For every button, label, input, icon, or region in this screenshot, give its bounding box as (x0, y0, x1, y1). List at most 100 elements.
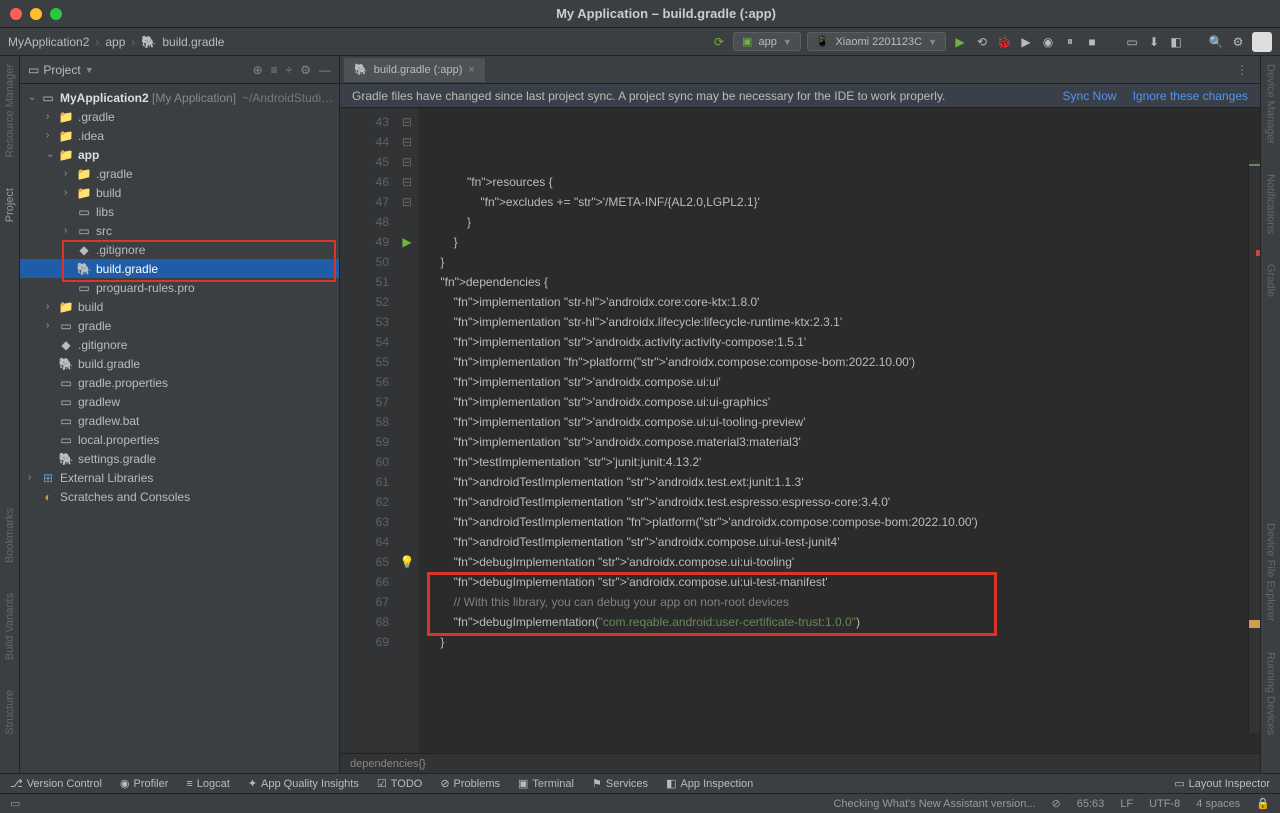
run-icon[interactable]: ▶ (952, 34, 968, 50)
avd-manager-icon[interactable]: ▭ (1124, 34, 1140, 50)
tree-item-src[interactable]: ›▭src (20, 221, 339, 240)
version-control-tool[interactable]: ⎇ Version Control (10, 777, 102, 790)
terminal-tool[interactable]: ▣ Terminal (518, 777, 574, 790)
search-icon[interactable]: 🔍 (1208, 34, 1224, 50)
project-sidebar: ▭ Project ▼ ⊕ ≡ ÷ ⚙ — ⌄▭MyApplication2 [… (20, 56, 340, 773)
tabs-settings-icon[interactable]: ⋮ (1236, 63, 1256, 77)
titlebar: My Application – build.gradle (:app) (0, 0, 1280, 28)
resource-manager-icon[interactable]: ◧ (1168, 34, 1184, 50)
tree-item-settings-gradle[interactable]: 🐘settings.gradle (20, 449, 339, 468)
rail-notifications[interactable]: Notifications (1265, 174, 1277, 234)
chevron-right-icon: › (95, 35, 99, 49)
problems-tool[interactable]: ⊘ Problems (440, 777, 500, 790)
maximize-window-icon[interactable] (50, 8, 62, 20)
layout-inspector-tool[interactable]: ▭ Layout Inspector (1174, 777, 1270, 790)
tree-root[interactable]: ⌄▭MyApplication2 [My Application]~/Andro… (20, 88, 339, 107)
warning-marker-icon[interactable] (1249, 620, 1260, 628)
coverage-icon[interactable]: ▶ (1018, 34, 1034, 50)
indent-settings[interactable]: 4 spaces (1196, 798, 1240, 810)
device-selector[interactable]: 📱 Xiaomi 2201123C ▼ (807, 32, 946, 51)
rail-device-manager[interactable]: Device Manager (1265, 64, 1277, 144)
readonly-icon[interactable]: 🔒 (1256, 797, 1270, 810)
project-view-selector[interactable]: ▭ Project ▼ (28, 63, 245, 77)
tree-item-proguard-rules-pro[interactable]: ▭proguard-rules.pro (20, 278, 339, 297)
gear-icon[interactable]: ⚙ (300, 63, 311, 77)
tree-item-local-properties[interactable]: ▭local.properties (20, 430, 339, 449)
editor-area: 🐘 build.gradle (:app) × ⋮ Gradle files h… (340, 56, 1260, 773)
profile-icon[interactable]: ◉ (1040, 34, 1056, 50)
project-icon: ▭ (28, 63, 39, 77)
tree-item--gradle[interactable]: ›📁.gradle (20, 107, 339, 126)
breadcrumb-module[interactable]: app (105, 35, 125, 49)
tree-item--gradle[interactable]: ›📁.gradle (20, 164, 339, 183)
tree-item-build-gradle[interactable]: 🐘build.gradle (20, 259, 339, 278)
tree-item-build-gradle[interactable]: 🐘build.gradle (20, 354, 339, 373)
tree-item-app[interactable]: ⌄📁app (20, 145, 339, 164)
sdk-manager-icon[interactable]: ⬇ (1146, 34, 1162, 50)
tree-item-gradle[interactable]: ›▭gradle (20, 316, 339, 335)
todo-tool[interactable]: ☑ TODO (377, 777, 422, 790)
sync-icon[interactable]: ⟳ (711, 34, 727, 50)
rail-device-file-explorer[interactable]: Device File Explorer (1265, 523, 1277, 621)
close-icon[interactable]: × (468, 64, 474, 76)
attach-debugger-icon[interactable]: ⏸ (1062, 34, 1078, 50)
tree-item-gradle-properties[interactable]: ▭gradle.properties (20, 373, 339, 392)
line-numbers: 4344454647484950515253545556575859606162… (340, 108, 395, 753)
sync-now-link[interactable]: Sync Now (1063, 89, 1117, 103)
tree-item-gradlew[interactable]: ▭gradlew (20, 392, 339, 411)
logcat-tool[interactable]: ≡ Logcat (186, 778, 229, 790)
tab-build-gradle[interactable]: 🐘 build.gradle (:app) × (344, 58, 485, 82)
collapse-all-icon[interactable]: ÷ (286, 63, 293, 77)
ignore-changes-link[interactable]: Ignore these changes (1133, 89, 1248, 103)
tree-item--idea[interactable]: ›📁.idea (20, 126, 339, 145)
error-marker-icon[interactable] (1256, 250, 1260, 256)
minimize-window-icon[interactable] (30, 8, 42, 20)
tree-scratches[interactable]: ◐Scratches and Consoles (20, 487, 339, 506)
file-encoding[interactable]: UTF-8 (1149, 798, 1180, 810)
rail-running-devices[interactable]: Running Devices (1265, 652, 1277, 735)
tree-external-libraries[interactable]: ›⊞External Libraries (20, 468, 339, 487)
gear-icon[interactable]: ⚙ (1230, 34, 1246, 50)
hide-icon[interactable]: — (319, 63, 331, 77)
status-icon[interactable]: ▭ (10, 797, 20, 810)
status-message: Checking What's New Assistant version... (833, 798, 1035, 810)
rail-bookmarks[interactable]: Bookmarks (4, 508, 16, 563)
breadcrumb-file[interactable]: build.gradle (162, 35, 224, 49)
status-progress-icon[interactable]: ⊘ (1052, 797, 1061, 810)
chevron-down-icon: ▼ (85, 65, 94, 75)
app-quality-tool[interactable]: ✦ App Quality Insights (248, 777, 359, 790)
rail-structure[interactable]: Structure (4, 690, 16, 735)
run-config-selector[interactable]: ▣ app ▼ (733, 32, 801, 51)
tree-item--gitignore[interactable]: ◆.gitignore (20, 240, 339, 259)
stop-icon[interactable]: ■ (1084, 34, 1100, 50)
error-stripe[interactable] (1248, 160, 1260, 733)
apply-changes-icon[interactable]: ⟲ (974, 34, 990, 50)
profiler-tool[interactable]: ◉ Profiler (120, 777, 168, 790)
debug-icon[interactable]: 🐞 (996, 34, 1012, 50)
line-separator[interactable]: LF (1120, 798, 1133, 810)
rail-project[interactable]: Project (4, 188, 16, 222)
chevron-down-icon: ▼ (783, 37, 792, 47)
code-editor[interactable]: 4344454647484950515253545556575859606162… (340, 108, 1260, 753)
breadcrumb[interactable]: MyApplication2 › app › 🐘 build.gradle (8, 35, 224, 49)
avatar[interactable] (1252, 32, 1272, 52)
cursor-position[interactable]: 65:63 (1077, 798, 1105, 810)
select-opened-file-icon[interactable]: ⊕ (253, 63, 263, 77)
editor-breadcrumb[interactable]: dependencies{} (340, 753, 1260, 773)
code-content[interactable]: "fn">resources { "fn">excludes += "str">… (419, 108, 1260, 753)
breadcrumb-root[interactable]: MyApplication2 (8, 35, 89, 49)
expand-all-icon[interactable]: ≡ (271, 63, 278, 77)
close-window-icon[interactable] (10, 8, 22, 20)
tree-item--gitignore[interactable]: ◆.gitignore (20, 335, 339, 354)
left-tool-rail: Resource Manager Project Bookmarks Build… (0, 56, 20, 773)
rail-build-variants[interactable]: Build Variants (4, 593, 16, 660)
project-tree[interactable]: ⌄▭MyApplication2 [My Application]~/Andro… (20, 84, 339, 773)
rail-gradle[interactable]: Gradle (1265, 264, 1277, 297)
tree-item-build[interactable]: ›📁build (20, 183, 339, 202)
tree-item-libs[interactable]: ▭libs (20, 202, 339, 221)
rail-resource-manager[interactable]: Resource Manager (4, 64, 16, 158)
services-tool[interactable]: ⚑ Services (592, 777, 648, 790)
tree-item-build[interactable]: ›📁build (20, 297, 339, 316)
app-inspection-tool[interactable]: ◧ App Inspection (666, 777, 753, 790)
tree-item-gradlew-bat[interactable]: ▭gradlew.bat (20, 411, 339, 430)
